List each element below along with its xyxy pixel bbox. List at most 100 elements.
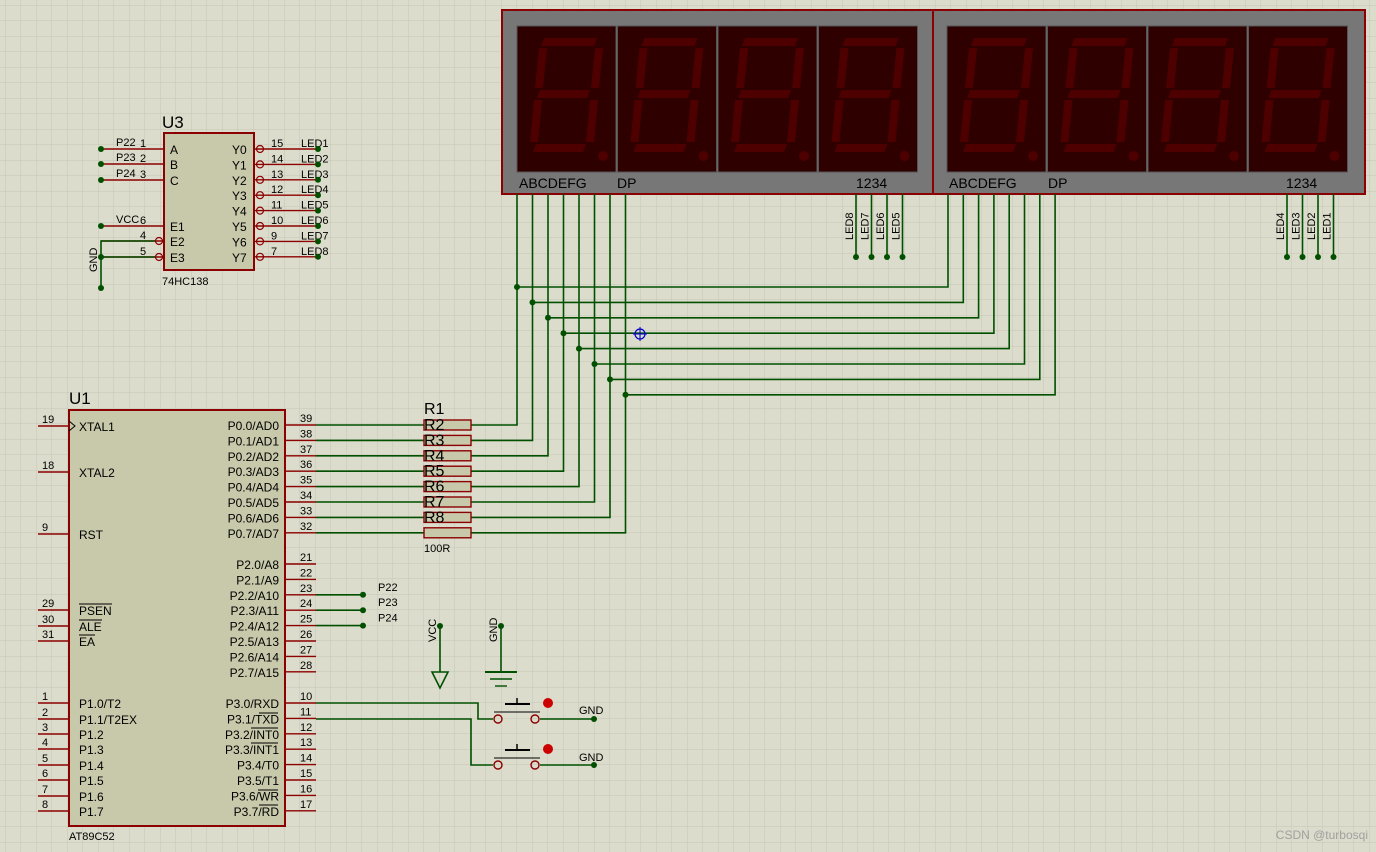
- segment: [1268, 90, 1322, 98]
- net-label: P22: [378, 582, 398, 594]
- watermark: CSDN @turbosqi: [1275, 828, 1368, 842]
- pin-name: B: [170, 158, 178, 172]
- pin-number: 3: [42, 722, 48, 734]
- pin-name: Y4: [232, 205, 247, 219]
- pin-name: Y5: [232, 220, 247, 234]
- junction-dot: [545, 314, 551, 321]
- vcc-label: VCC: [427, 619, 439, 642]
- pin-number: 10: [300, 691, 312, 703]
- segment: [1164, 144, 1217, 152]
- pin-number: 13: [271, 169, 283, 181]
- pin-number: 32: [300, 521, 312, 533]
- net-label: LED8: [844, 212, 856, 240]
- pin-number: 5: [42, 753, 48, 765]
- pin-number: 9: [42, 522, 48, 534]
- decimal-point: [799, 151, 809, 161]
- junction-dot: [899, 254, 906, 260]
- net-label: P23: [378, 597, 398, 609]
- u1-type: AT89C52: [69, 831, 115, 843]
- junction-dot: [315, 192, 321, 199]
- segment: [537, 90, 590, 98]
- pin-name: P0.5/AD5: [228, 496, 280, 510]
- pin-name: P1.1/T2EX: [79, 713, 137, 727]
- junction-dot: [1284, 254, 1290, 260]
- pin-name: P2.7/A15: [230, 666, 280, 680]
- net-label: LED5: [891, 212, 903, 240]
- pin-name: P0.6/AD6: [228, 511, 280, 525]
- pin-name: P2.6/A14: [230, 650, 280, 664]
- net-label: LED1: [1322, 212, 1334, 240]
- segment: [738, 90, 791, 98]
- pin-number: 22: [300, 567, 312, 579]
- schematic-canvas[interactable]: U3 74HC138 1 A P22 2 B P23 3 C P24 6 E1 VCC 4 E2 5 E3 Y…: [0, 0, 1376, 852]
- pin-number: 16: [300, 783, 312, 795]
- u1-right-pins: 39 P0.0/AD0 38 P0.1/AD1 37 P0.2/AD2 36 P0.3/AD3…: [225, 413, 316, 819]
- junction-dot: [529, 299, 536, 306]
- pin-name: E1: [170, 220, 185, 234]
- junction-dot: [315, 253, 321, 260]
- net-label: LED4: [1275, 212, 1287, 240]
- decimal-point: [598, 151, 608, 161]
- segment: [533, 144, 586, 152]
- pin-name: C: [170, 174, 179, 188]
- button-2-gnd-label: GND: [579, 752, 604, 764]
- pin-name: P1.7: [79, 805, 104, 819]
- segment: [641, 38, 698, 46]
- pin-name: P1.6: [79, 790, 104, 804]
- net-label: LED2: [301, 153, 329, 165]
- decimal-point: [698, 151, 709, 161]
- display-right-digit-label: 1234: [1286, 175, 1317, 191]
- pin-number: 38: [300, 428, 312, 440]
- pin-number: 24: [300, 598, 312, 610]
- segment: [1172, 38, 1228, 46]
- decimal-point: [1329, 151, 1340, 161]
- u1-microcontroller[interactable]: U1 AT89C52 19 XTAL118 XTAL29 RST29 PSEN30 ALE…: [38, 389, 316, 843]
- pin-name: P0.0/AD0: [228, 419, 280, 433]
- segment: [1063, 144, 1117, 152]
- pin-number: 14: [271, 153, 283, 165]
- junction-dot: [622, 391, 629, 398]
- junction-dot: [360, 607, 366, 614]
- net-label: P24: [378, 613, 398, 625]
- junction-dot: [868, 254, 875, 260]
- segment: [633, 144, 687, 152]
- segment: [1168, 90, 1221, 98]
- pin-name: A: [170, 143, 178, 157]
- junction-dot: [1330, 254, 1337, 260]
- pin-name: P3.0/RXD: [226, 697, 280, 711]
- segment: [1071, 38, 1128, 46]
- net-label: P22: [116, 137, 136, 149]
- pin-number: 13: [300, 737, 312, 749]
- pin-name: P3.4/T0: [237, 759, 279, 773]
- pin-name: Y1: [232, 158, 247, 172]
- pin-number: 33: [300, 505, 312, 517]
- pin-name: XTAL2: [79, 466, 115, 480]
- pin-number: 37: [300, 444, 312, 456]
- pin-number: 4: [42, 737, 48, 749]
- junction-dot: [1299, 254, 1306, 260]
- junction-dot: [514, 284, 520, 290]
- junction-dot: [315, 223, 321, 229]
- segment: [742, 38, 798, 46]
- pin-name: P3.6/WR: [231, 789, 279, 803]
- pin-name: P2.3/A11: [231, 604, 280, 618]
- display-left-seg-label: ABCDEFG: [519, 175, 587, 191]
- pin-number: 7: [271, 246, 277, 258]
- pin-number: 3: [140, 169, 146, 181]
- pin-number: 12: [271, 184, 283, 196]
- pin-number: 27: [300, 644, 312, 656]
- pin-name: P2.1/A9: [236, 573, 279, 587]
- pin-name: RST: [79, 528, 104, 542]
- junction-dot: [576, 345, 582, 352]
- display-left-digit-label: 1234: [856, 175, 887, 191]
- net-label: LED3: [1291, 212, 1303, 240]
- pin-name: P2.4/A12: [230, 620, 280, 634]
- display-right-dp-label: DP: [1048, 175, 1067, 191]
- pin-number: 8: [42, 799, 48, 811]
- resistor-body: [423, 527, 472, 539]
- net-label: LED1: [301, 138, 329, 150]
- pin-number: 2: [140, 153, 146, 165]
- pin-name: P3.7/RD: [234, 805, 280, 819]
- pin-number: 34: [300, 490, 312, 502]
- pin-name: P2.2/A10: [230, 589, 280, 603]
